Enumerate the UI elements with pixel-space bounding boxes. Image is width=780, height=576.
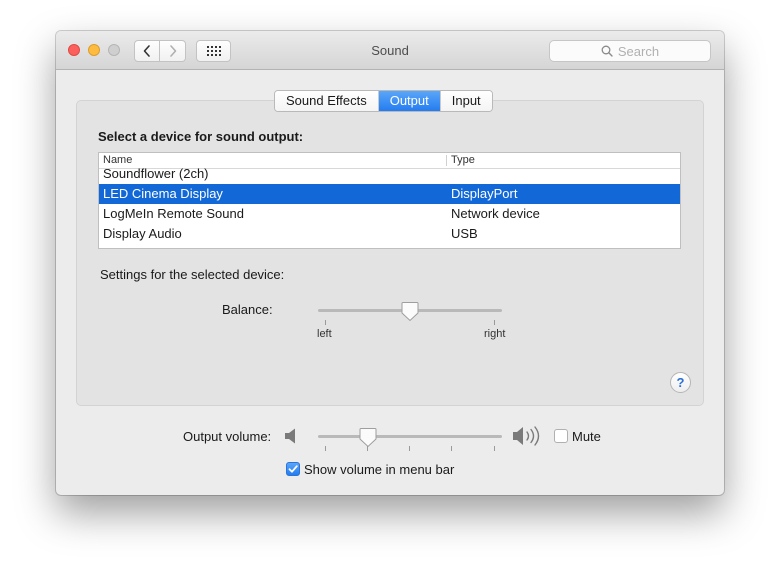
search-field[interactable]: Search: [549, 40, 711, 62]
volume-tick: [409, 446, 410, 451]
table-row[interactable]: Soundflower (2ch): [99, 164, 680, 184]
checkmark-icon: [288, 465, 298, 473]
device-type: DisplayPort: [451, 186, 518, 201]
device-type: USB: [451, 226, 478, 241]
balance-right-label: right: [484, 328, 506, 340]
device-list-heading: Select a device for sound output:: [98, 129, 304, 144]
balance-tick-left: [325, 320, 326, 325]
device-type: Network device: [451, 206, 540, 221]
volume-tick: [494, 446, 495, 451]
device-settings-label: Settings for the selected device:: [100, 267, 285, 282]
table-row[interactable]: LogMeIn Remote Sound Network device: [99, 204, 680, 224]
help-button[interactable]: ?: [670, 372, 691, 393]
mute-checkbox[interactable]: [554, 429, 568, 443]
show-volume-label[interactable]: Show volume in menu bar: [304, 462, 454, 477]
tab-bar: Sound Effects Output Input: [274, 90, 493, 112]
volume-track[interactable]: [318, 435, 502, 438]
device-name: LogMeIn Remote Sound: [103, 206, 244, 221]
device-name: Soundflower (2ch): [103, 166, 209, 181]
mute-label[interactable]: Mute: [572, 429, 601, 444]
output-device-table[interactable]: Name Type Soundflower (2ch) LED Cinema D…: [98, 152, 681, 249]
show-volume-checkbox[interactable]: [286, 462, 300, 476]
table-row[interactable]: Display Audio USB: [99, 224, 680, 244]
output-volume-label: Output volume:: [183, 429, 272, 444]
volume-tick: [367, 446, 368, 451]
search-icon: [601, 45, 613, 57]
search-placeholder: Search: [617, 43, 660, 59]
volume-knob[interactable]: [359, 427, 377, 448]
volume-tick: [325, 446, 326, 451]
balance-tick-right: [494, 320, 495, 325]
output-panel: [76, 100, 704, 406]
tab-output[interactable]: Output: [377, 91, 440, 111]
balance-label: Balance:: [222, 302, 273, 317]
device-name: Display Audio: [103, 226, 182, 241]
title-bar: Sound Search: [56, 31, 724, 70]
balance-left-label: left: [317, 328, 332, 340]
balance-knob[interactable]: [401, 301, 419, 322]
speaker-high-icon: [513, 426, 540, 446]
device-name: LED Cinema Display: [103, 186, 223, 201]
tab-input[interactable]: Input: [439, 91, 492, 111]
tab-sound-effects[interactable]: Sound Effects: [275, 91, 378, 111]
table-row-selected[interactable]: LED Cinema Display DisplayPort: [99, 184, 680, 204]
help-icon: ?: [676, 375, 685, 390]
sound-preferences-window: Sound Search Sound Effects Output Input …: [56, 31, 724, 495]
volume-tick: [451, 446, 452, 451]
speaker-low-icon: [285, 428, 295, 444]
